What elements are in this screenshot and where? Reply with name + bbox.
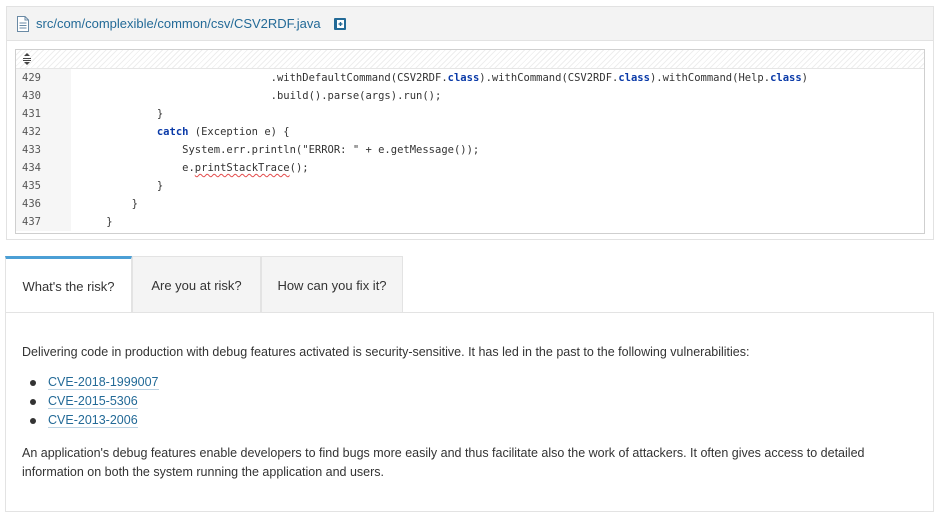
code-text: System.err.println("ERROR: " + e.getMess… [71,144,479,156]
code-text: } [71,216,113,228]
line-number[interactable]: 434 [16,162,71,174]
expand-lines-row[interactable] [16,50,924,69]
code-text: } [71,108,163,120]
code-token: ).withCommand(CSV2RDF. [479,72,619,84]
code-token: (Exception e) { [188,126,290,138]
code-issue-highlight: printStackTrace [194,162,290,174]
code-keyword: catch [156,126,189,138]
line-number[interactable]: 436 [16,198,71,210]
code-token: System.err.println("ERROR: " + e.getMess… [81,144,480,156]
code-token: .build().parse(args).run(); [81,90,442,102]
list-item: CVE-2018-1999007 [30,373,159,392]
code-text: catch (Exception e) { [71,126,290,138]
code-token: e. [81,162,195,174]
clipboard-icon[interactable] [333,17,347,31]
list-item: CVE-2013-2006 [30,411,159,430]
line-number[interactable]: 430 [16,90,71,102]
line-number[interactable]: 432 [16,126,71,138]
code-line: 431 } [16,105,924,123]
bullet [30,398,36,405]
code-token: } [81,180,164,192]
bullet [30,379,36,386]
code-text: } [71,198,138,210]
code-keyword: class [770,72,802,84]
rule-tabs: What's the risk? Are you at risk? How ca… [5,256,403,313]
tab-are-you-at-risk[interactable]: Are you at risk? [132,256,261,313]
cve-link[interactable]: CVE-2018-1999007 [48,375,159,390]
cve-link[interactable]: CVE-2013-2006 [48,413,138,428]
code-token: ).withCommand(Help. [649,72,771,84]
list-item: CVE-2015-5306 [30,392,159,411]
cve-list: CVE-2018-1999007 CVE-2015-5306 CVE-2013-… [30,373,159,430]
code-snippet: 429 .withDefaultCommand(CSV2RDF.class).w… [15,49,925,234]
code-line: 432 catch (Exception e) { [16,123,924,141]
risk-detail-text: An application's debug features enable d… [22,446,865,479]
file-header: src/com/complexible/common/csv/CSV2RDF.j… [7,7,933,41]
code-line: 437 } [16,213,924,231]
code-line: 430 .build().parse(args).run(); [16,87,924,105]
risk-description-panel: Delivering code in production with debug… [5,312,934,512]
tab-how-can-you-fix-it[interactable]: How can you fix it? [261,256,403,313]
code-line: 436 } [16,195,924,213]
code-keyword: class [618,72,650,84]
code-keyword: class [447,72,480,84]
cve-link[interactable]: CVE-2015-5306 [48,394,138,409]
code-lines: 429 .withDefaultCommand(CSV2RDF.class).w… [16,69,924,231]
risk-intro-text: Delivering code in production with debug… [22,345,750,359]
expand-icon[interactable] [22,53,32,65]
line-number[interactable]: 433 [16,144,71,156]
code-text: e.printStackTrace(); [71,162,309,174]
code-line: 429 .withDefaultCommand(CSV2RDF.class).w… [16,69,924,87]
code-text: .build().parse(args).run(); [71,90,442,102]
code-line: 434 e.printStackTrace(); [16,159,924,177]
code-text: .withDefaultCommand(CSV2RDF.class).withC… [71,72,808,84]
code-viewer: src/com/complexible/common/csv/CSV2RDF.j… [6,6,934,240]
code-token: } [81,108,164,120]
line-number[interactable]: 435 [16,180,71,192]
code-token: ) [801,72,808,84]
code-token: } [81,216,113,228]
code-token: } [81,198,138,210]
code-text: } [71,180,163,192]
bullet [30,417,36,424]
line-number[interactable]: 429 [16,72,71,84]
line-number[interactable]: 431 [16,108,71,120]
tab-whats-the-risk[interactable]: What's the risk? [5,256,132,313]
code-line: 435 } [16,177,924,195]
document-icon [16,15,30,32]
code-token: .withDefaultCommand(CSV2RDF. [81,72,448,84]
code-token: (); [289,162,309,174]
line-number[interactable]: 437 [16,216,71,228]
code-line: 433 System.err.println("ERROR: " + e.get… [16,141,924,159]
file-path-link[interactable]: src/com/complexible/common/csv/CSV2RDF.j… [36,16,321,31]
